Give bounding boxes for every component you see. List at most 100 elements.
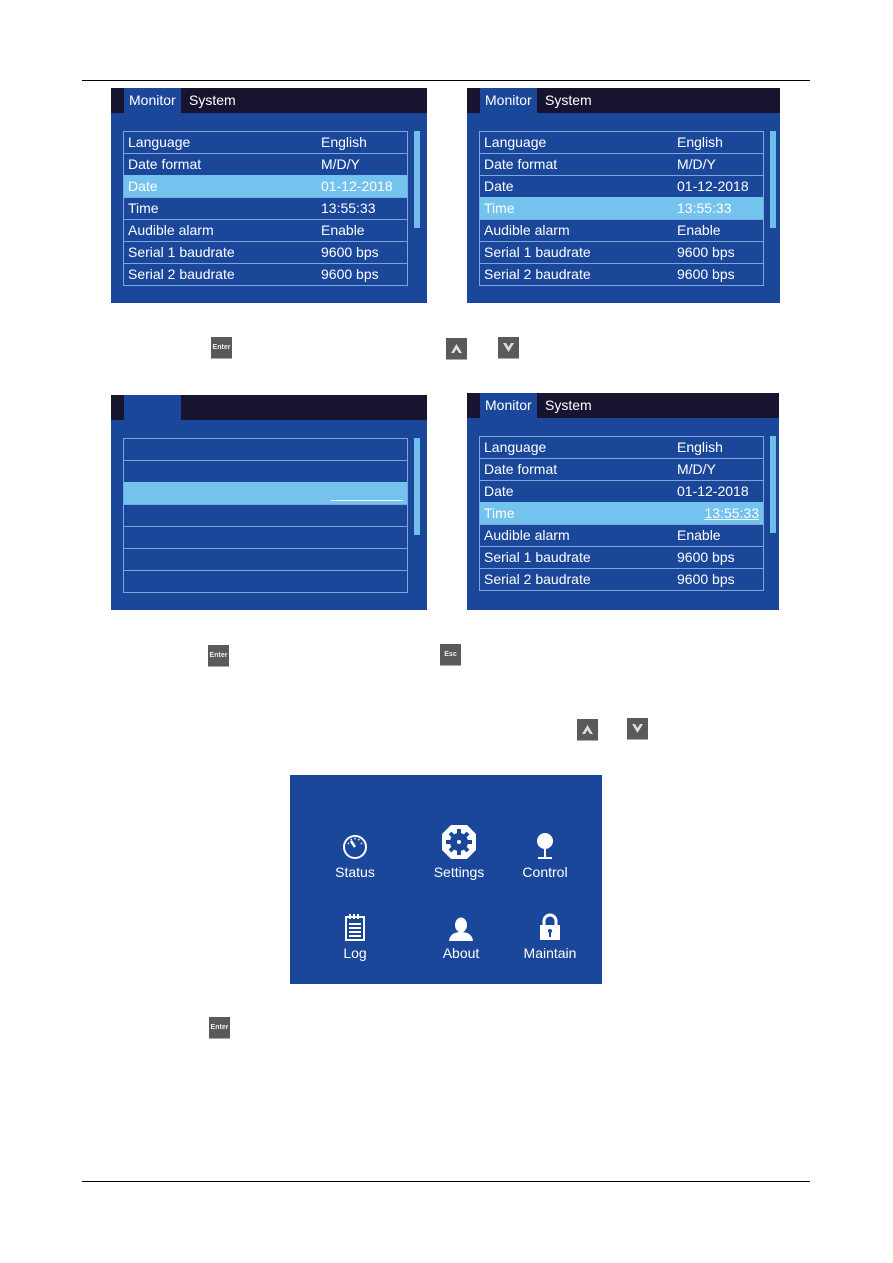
settings-row[interactable]: Serial 1 baudrate 9600 bps xyxy=(480,241,763,263)
settings-row[interactable]: Time 13:55:33 xyxy=(480,502,763,524)
settings-row[interactable]: Language English xyxy=(480,132,763,153)
tab-blank[interactable] xyxy=(124,395,181,420)
scrollbar[interactable] xyxy=(770,436,776,533)
settings-row[interactable]: Audible alarm Enable xyxy=(480,524,763,546)
gear-icon xyxy=(442,825,476,859)
setting-value: 9600 bps xyxy=(677,244,735,260)
settings-row[interactable] xyxy=(124,439,407,460)
settings-screen: Monitor System Language English Date format M… xyxy=(111,88,427,303)
down-arrow-icon xyxy=(632,724,643,733)
settings-table xyxy=(123,438,408,593)
settings-table: Language English Date format M/D/Y Date 01-12… xyxy=(479,436,764,591)
settings-screen xyxy=(111,395,427,610)
setting-label: Time xyxy=(484,200,515,216)
settings-row[interactable]: Time 13:55:33 xyxy=(480,197,763,219)
setting-value[interactable]: 13:55:33 xyxy=(705,503,760,524)
setting-value: 01-12-2018 xyxy=(321,178,393,194)
tab-system[interactable]: System xyxy=(184,88,241,113)
notepad-icon xyxy=(345,914,365,941)
settings-row[interactable]: Language English xyxy=(480,437,763,458)
settings-row[interactable] xyxy=(124,548,407,570)
scrollbar[interactable] xyxy=(414,438,420,535)
settings-row[interactable] xyxy=(124,570,407,592)
setting-value: Enable xyxy=(677,222,721,238)
header-rule xyxy=(82,80,810,81)
settings-row[interactable]: Date 01-12-2018 xyxy=(124,175,407,197)
menu-item-label: About xyxy=(442,945,480,961)
settings-row[interactable]: Serial 2 baudrate 9600 bps xyxy=(480,568,763,590)
setting-value: 13:55:33 xyxy=(677,200,732,216)
setting-label: Serial 2 baudrate xyxy=(128,266,235,282)
settings-row[interactable]: Audible alarm Enable xyxy=(124,219,407,241)
setting-value: M/D/Y xyxy=(321,156,360,172)
setting-value: 01-12-2018 xyxy=(677,178,749,194)
setting-label: Audible alarm xyxy=(484,527,570,543)
settings-screen: Monitor System Language English Date format M… xyxy=(467,88,780,303)
settings-row[interactable]: Date format M/D/Y xyxy=(480,458,763,480)
setting-label: Date format xyxy=(484,156,558,172)
setting-label: Date xyxy=(484,178,514,194)
tab-monitor[interactable]: Monitor xyxy=(480,88,537,113)
setting-value: 9600 bps xyxy=(321,266,379,282)
setting-label: Serial 2 baudrate xyxy=(484,571,591,587)
setting-value: 9600 bps xyxy=(321,244,379,260)
setting-label: Audible alarm xyxy=(484,222,570,238)
menu-item-status[interactable]: Status xyxy=(305,826,405,880)
settings-screen: Monitor System Language English Date format M… xyxy=(467,393,779,610)
settings-row[interactable] xyxy=(124,526,407,548)
settings-row[interactable]: Serial 2 baudrate 9600 bps xyxy=(480,263,763,285)
setting-value: English xyxy=(321,134,367,150)
menu-item-log[interactable]: Log xyxy=(305,907,405,961)
menu-item-label: Settings xyxy=(433,864,485,880)
setting-value: 9600 bps xyxy=(677,549,735,565)
setting-label: Date xyxy=(484,483,514,499)
settings-row[interactable]: Serial 1 baudrate 9600 bps xyxy=(124,241,407,263)
settings-row[interactable]: Date format M/D/Y xyxy=(124,153,407,175)
settings-row[interactable] xyxy=(124,504,407,526)
setting-label: Time xyxy=(484,505,515,521)
menu-item-about[interactable]: About xyxy=(411,907,511,961)
edit-cursor xyxy=(331,500,403,501)
tab-monitor[interactable]: Monitor xyxy=(480,393,537,418)
esc-key-icon: Esc xyxy=(440,644,461,665)
down-key-icon xyxy=(498,337,519,358)
settings-row[interactable] xyxy=(124,482,407,504)
settings-row[interactable] xyxy=(124,460,407,482)
setting-label: Date xyxy=(128,178,158,194)
settings-row[interactable]: Serial 1 baudrate 9600 bps xyxy=(480,546,763,568)
enter-key-icon: Enter xyxy=(208,645,229,666)
settings-row[interactable]: Language English xyxy=(124,132,407,153)
settings-row[interactable]: Date 01-12-2018 xyxy=(480,480,763,502)
setting-value: Enable xyxy=(677,527,721,543)
setting-label: Serial 1 baudrate xyxy=(128,244,235,260)
settings-row[interactable]: Audible alarm Enable xyxy=(480,219,763,241)
tab-system[interactable]: System xyxy=(540,393,597,418)
settings-row[interactable]: Date format M/D/Y xyxy=(480,153,763,175)
footer-rule xyxy=(82,1181,810,1182)
scrollbar[interactable] xyxy=(770,131,776,228)
menu-item-settings[interactable]: Settings xyxy=(409,825,509,880)
up-key-icon xyxy=(577,719,598,740)
setting-label: Serial 1 baudrate xyxy=(484,244,591,260)
setting-value: 01-12-2018 xyxy=(677,483,749,499)
person-icon xyxy=(449,917,473,941)
menu-item-maintain[interactable]: Maintain xyxy=(500,907,600,961)
setting-label: Language xyxy=(484,439,547,455)
tab-system[interactable]: System xyxy=(540,88,597,113)
scrollbar[interactable] xyxy=(414,131,420,228)
settings-row[interactable]: Time 13:55:33 xyxy=(124,197,407,219)
main-menu-screen: Status Settings Control Log About Mainta… xyxy=(290,775,602,984)
settings-row[interactable]: Date 01-12-2018 xyxy=(480,175,763,197)
up-arrow-icon xyxy=(582,725,593,734)
settings-row[interactable]: Serial 2 baudrate 9600 bps xyxy=(124,263,407,285)
tab-monitor[interactable]: Monitor xyxy=(124,88,181,113)
setting-value: English xyxy=(677,134,723,150)
menu-item-label: Control xyxy=(522,864,568,880)
setting-label: Time xyxy=(128,200,159,216)
enter-key-icon: Enter xyxy=(209,1017,230,1038)
setting-value: 13:55:33 xyxy=(321,200,376,216)
up-key-icon xyxy=(446,338,467,359)
tab-bar: Monitor System xyxy=(467,393,779,418)
menu-item-control[interactable]: Control xyxy=(495,826,595,880)
down-arrow-icon xyxy=(503,343,514,352)
